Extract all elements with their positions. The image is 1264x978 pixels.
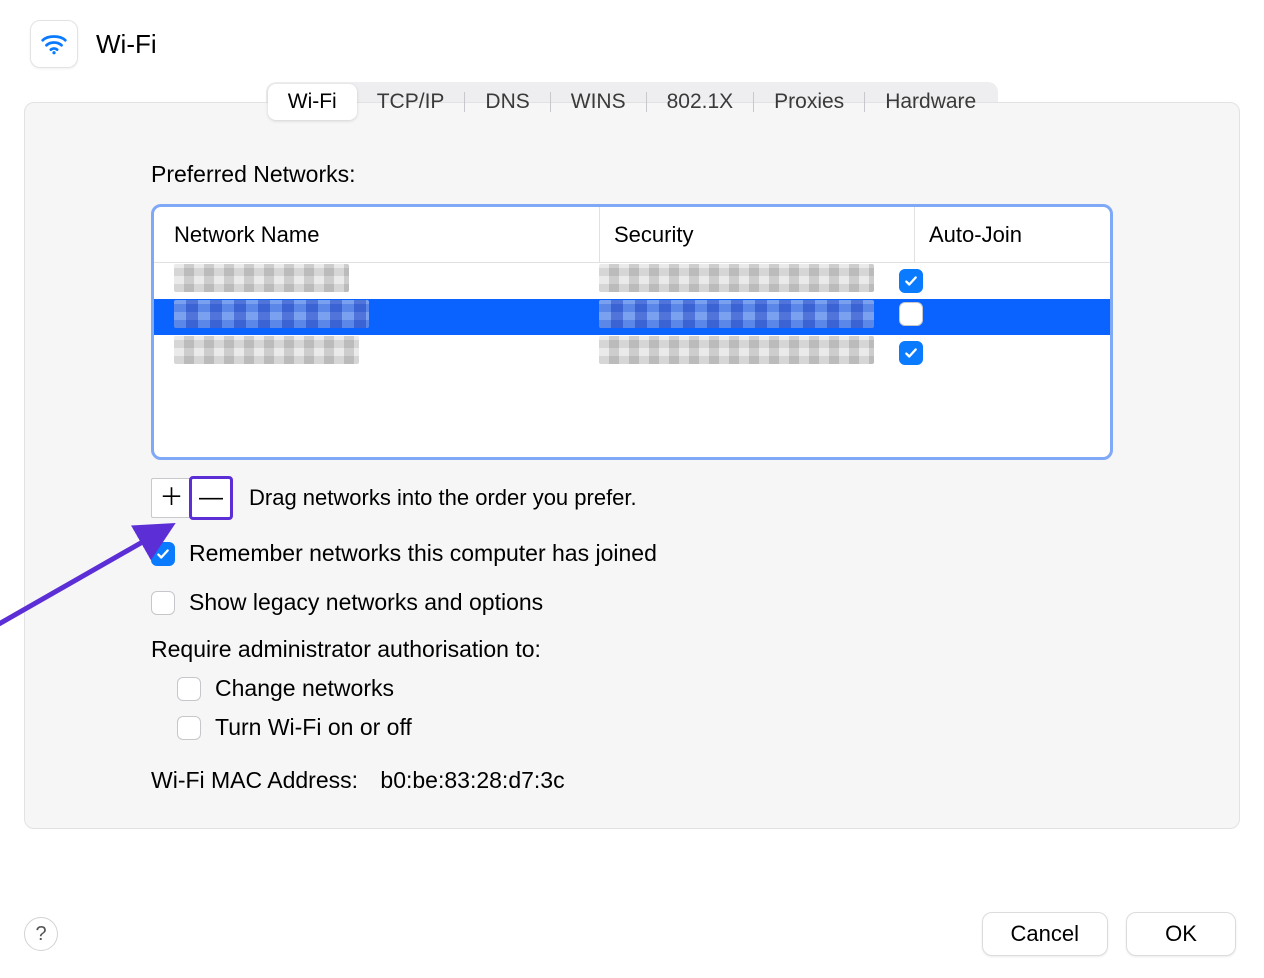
admin-toggle-wifi-checkbox[interactable]	[177, 716, 201, 740]
table-controls: ＋ — Drag networks into the order you pre…	[151, 478, 1113, 518]
autojoin-checkbox[interactable]	[899, 302, 923, 326]
admin-auth-label: Require administrator authorisation to:	[151, 636, 1113, 663]
wifi-panel: Preferred Networks: Network Name Securit…	[24, 102, 1240, 829]
tab-bar: Wi-Fi TCP/IP DNS WINS 802.1X Proxies Har…	[266, 82, 998, 122]
tab-wins[interactable]: WINS	[551, 84, 646, 120]
mac-address-row: Wi-Fi MAC Address: b0:be:83:28:d7:3c	[151, 767, 1113, 794]
add-network-button[interactable]: ＋	[151, 478, 191, 518]
minus-icon: —	[199, 486, 223, 510]
tab-hardware[interactable]: Hardware	[865, 84, 996, 120]
mac-address-label: Wi-Fi MAC Address:	[151, 767, 358, 793]
autojoin-checkbox[interactable]	[899, 269, 923, 293]
tab-wifi[interactable]: Wi-Fi	[268, 84, 357, 120]
drag-hint-label: Drag networks into the order you prefer.	[249, 485, 637, 511]
remove-network-button[interactable]: —	[191, 478, 231, 518]
remember-networks-option: Remember networks this computer has join…	[151, 540, 1113, 567]
admin-toggle-wifi-option: Turn Wi-Fi on or off	[151, 714, 1113, 741]
tab-8021x[interactable]: 802.1X	[647, 84, 754, 120]
mac-address-value: b0:be:83:28:d7:3c	[380, 767, 564, 794]
table-body	[154, 263, 1110, 457]
preferred-networks-table[interactable]: Network Name Security Auto-Join	[151, 204, 1113, 460]
help-icon: ?	[35, 923, 46, 946]
network-row[interactable]	[154, 299, 1110, 335]
show-legacy-option: Show legacy networks and options	[151, 589, 1113, 616]
tab-dns[interactable]: DNS	[465, 84, 549, 120]
tab-proxies[interactable]: Proxies	[754, 84, 864, 120]
network-name-redacted	[174, 264, 349, 292]
network-security-redacted	[599, 264, 874, 292]
preferred-networks-label: Preferred Networks:	[151, 161, 1113, 188]
network-row[interactable]	[154, 335, 1110, 371]
network-row[interactable]	[154, 263, 1110, 299]
network-security-redacted	[599, 300, 874, 328]
plus-icon: ＋	[160, 486, 184, 510]
column-divider	[599, 207, 600, 263]
ok-button[interactable]: OK	[1126, 912, 1236, 956]
wifi-icon	[30, 20, 78, 68]
admin-change-networks-label: Change networks	[215, 675, 394, 702]
dialog-footer: ? Cancel OK	[24, 912, 1236, 956]
admin-change-networks-option: Change networks	[151, 675, 1113, 702]
help-button[interactable]: ?	[24, 917, 58, 951]
title-bar: Wi-Fi	[24, 20, 1240, 68]
network-security-redacted	[599, 336, 874, 364]
autojoin-checkbox[interactable]	[899, 341, 923, 365]
column-auto-join[interactable]: Auto-Join	[929, 222, 1110, 248]
cancel-button[interactable]: Cancel	[982, 912, 1108, 956]
remember-networks-checkbox[interactable]	[151, 542, 175, 566]
admin-toggle-wifi-label: Turn Wi-Fi on or off	[215, 714, 412, 741]
column-security[interactable]: Security	[614, 222, 914, 248]
show-legacy-checkbox[interactable]	[151, 591, 175, 615]
column-divider	[914, 207, 915, 263]
window-title: Wi-Fi	[96, 29, 157, 60]
show-legacy-label: Show legacy networks and options	[189, 589, 543, 616]
tab-tcpip[interactable]: TCP/IP	[357, 84, 465, 120]
network-name-redacted	[174, 300, 369, 328]
table-header: Network Name Security Auto-Join	[154, 207, 1110, 263]
column-network-name[interactable]: Network Name	[154, 222, 599, 248]
remember-networks-label: Remember networks this computer has join…	[189, 540, 657, 567]
admin-change-networks-checkbox[interactable]	[177, 677, 201, 701]
network-name-redacted	[174, 336, 359, 364]
